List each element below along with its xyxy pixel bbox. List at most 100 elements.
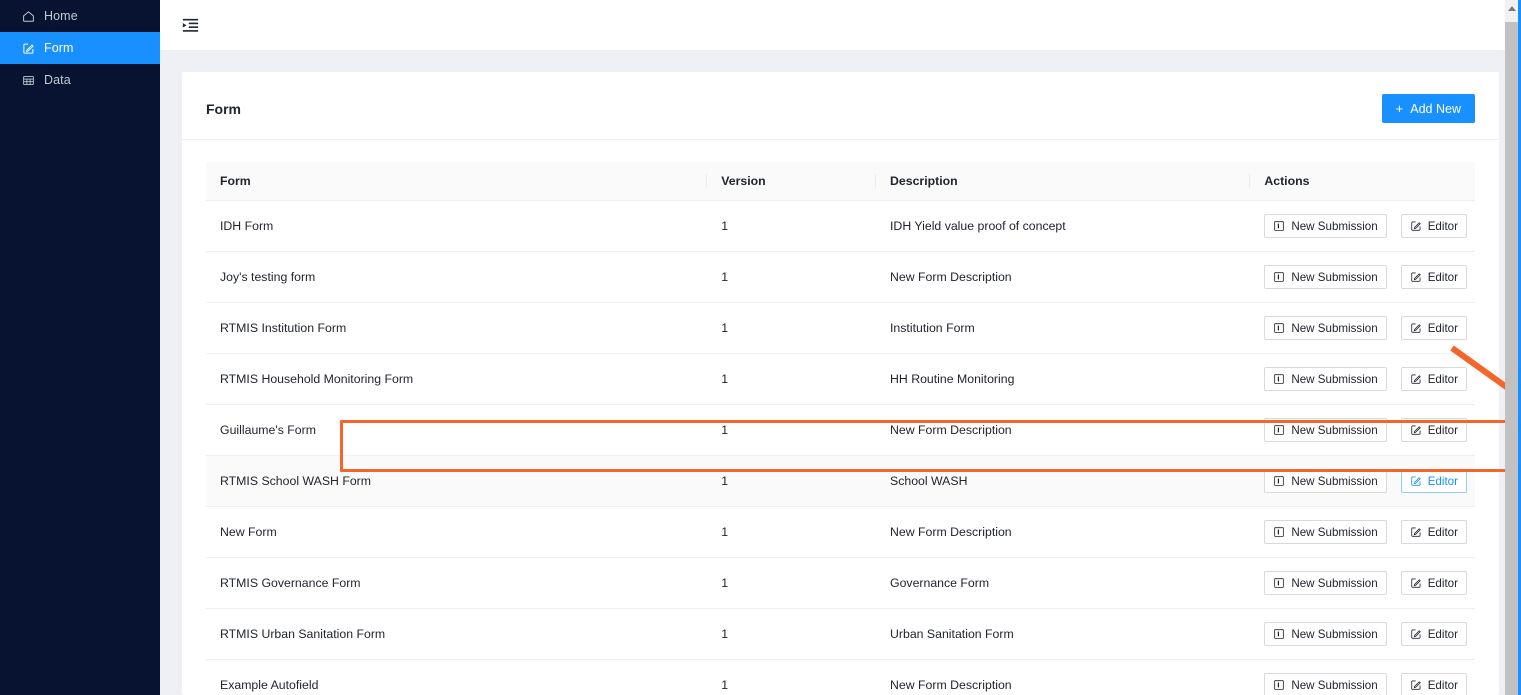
cell-version: 1 xyxy=(707,659,877,695)
new-submission-button[interactable]: New Submission xyxy=(1264,265,1387,289)
editor-button[interactable]: Editor xyxy=(1400,622,1467,646)
table-row: Example Autofield 1 New Form Description Ne… xyxy=(206,659,1475,695)
cell-actions: New Submission Editor xyxy=(1250,455,1475,507)
cell-form: Guillaume's Form xyxy=(206,404,708,456)
cell-form: RTMIS Household Monitoring Form xyxy=(206,353,708,405)
editor-button[interactable]: Editor xyxy=(1400,520,1467,544)
sidebar-item-home[interactable]: Home xyxy=(0,0,160,32)
table-row: RTMIS School WASH Form 1 School WASH New Su… xyxy=(206,455,1475,507)
column-header-version[interactable]: Version xyxy=(707,162,877,201)
cell-description: HH Routine Monitoring xyxy=(876,353,1251,405)
cell-form: RTMIS Urban Sanitation Form xyxy=(206,608,708,660)
home-icon xyxy=(22,10,35,23)
main-area: Form + Add New Form Version Description … xyxy=(160,0,1521,695)
cell-description: New Form Description xyxy=(876,506,1251,558)
cell-actions: New Submission Editor xyxy=(1250,404,1475,456)
table-row: RTMIS Household Monitoring Form 1 HH Routi… xyxy=(206,353,1475,405)
editor-label: Editor xyxy=(1427,576,1458,590)
form-icon xyxy=(1273,679,1285,691)
edit-square-icon xyxy=(1410,526,1422,538)
scrollbar-up-arrow[interactable] xyxy=(1505,0,1518,17)
edit-square-icon xyxy=(1410,679,1422,691)
form-icon xyxy=(1273,475,1285,487)
form-icon xyxy=(1273,322,1285,334)
edit-square-icon xyxy=(1410,577,1422,589)
edit-square-icon xyxy=(1410,475,1422,487)
form-icon xyxy=(1273,220,1285,232)
new-submission-button[interactable]: New Submission xyxy=(1264,673,1387,695)
page-title: Form xyxy=(206,100,241,117)
editor-button[interactable]: Editor xyxy=(1400,418,1467,442)
table-body: IDH Form 1 IDH Yield value proof of concep… xyxy=(206,200,1475,695)
table-row: IDH Form 1 IDH Yield value proof of concep… xyxy=(206,200,1475,252)
plus-icon: + xyxy=(1395,101,1404,116)
sidebar-item-form[interactable]: Form xyxy=(0,32,160,64)
new-submission-button[interactable]: New Submission xyxy=(1264,622,1387,646)
cell-description: Governance Form xyxy=(876,557,1251,609)
editor-button[interactable]: Editor xyxy=(1400,265,1467,289)
cell-description: School WASH xyxy=(876,455,1251,507)
edit-square-icon xyxy=(22,42,35,55)
sidebar-item-data[interactable]: Data xyxy=(0,64,160,96)
table-row: New Form 1 New Form Description New Submiss… xyxy=(206,506,1475,558)
new-submission-button[interactable]: New Submission xyxy=(1264,520,1387,544)
topbar xyxy=(160,0,1521,50)
app-root: Home Form Data Form + Add New Form Versi… xyxy=(0,0,1521,695)
column-header-form[interactable]: Form xyxy=(206,162,708,201)
editor-button[interactable]: Editor xyxy=(1400,214,1467,238)
cell-form: New Form xyxy=(206,506,708,558)
sidebar-item-label: Form xyxy=(44,41,74,55)
form-list-card: Form + Add New Form Version Description … xyxy=(182,72,1499,695)
cell-description: New Form Description xyxy=(876,659,1251,695)
edit-square-icon xyxy=(1410,424,1422,436)
form-icon xyxy=(1273,526,1285,538)
editor-label: Editor xyxy=(1427,219,1458,233)
editor-button[interactable]: Editor xyxy=(1400,673,1467,695)
editor-button[interactable]: Editor xyxy=(1400,571,1467,595)
form-icon xyxy=(1273,271,1285,283)
table-wrapper: Form Version Description Actions IDH For… xyxy=(182,140,1499,695)
sidebar: Home Form Data xyxy=(0,0,160,695)
new-submission-label: New Submission xyxy=(1291,576,1378,590)
cell-description: Urban Sanitation Form xyxy=(876,608,1251,660)
edit-square-icon xyxy=(1410,271,1422,283)
editor-label: Editor xyxy=(1427,678,1458,692)
new-submission-label: New Submission xyxy=(1291,423,1378,437)
table-row: RTMIS Urban Sanitation Form 1 Urban Sanita… xyxy=(206,608,1475,660)
cell-version: 1 xyxy=(707,608,877,660)
scrollbar-thumb[interactable] xyxy=(1505,22,1518,695)
add-new-button[interactable]: + Add New xyxy=(1381,94,1475,123)
new-submission-button[interactable]: New Submission xyxy=(1264,367,1387,391)
new-submission-button[interactable]: New Submission xyxy=(1264,214,1387,238)
content-area: Form + Add New Form Version Description … xyxy=(160,50,1521,695)
column-header-description[interactable]: Description xyxy=(876,162,1251,201)
table-row: RTMIS Governance Form 1 Governance Form New… xyxy=(206,557,1475,609)
editor-button[interactable]: Editor xyxy=(1400,469,1467,493)
cell-description: New Form Description xyxy=(876,251,1251,303)
edit-square-icon xyxy=(1410,628,1422,640)
editor-label: Editor xyxy=(1427,423,1458,437)
editor-button[interactable]: Editor xyxy=(1400,367,1467,391)
new-submission-button[interactable]: New Submission xyxy=(1264,469,1387,493)
menu-unfold-icon[interactable] xyxy=(178,13,202,37)
new-submission-button[interactable]: New Submission xyxy=(1264,418,1387,442)
cell-description: IDH Yield value proof of concept xyxy=(876,200,1251,252)
new-submission-label: New Submission xyxy=(1291,474,1378,488)
new-submission-label: New Submission xyxy=(1291,627,1378,641)
form-icon xyxy=(1273,628,1285,640)
table-row: Joy's testing form 1 New Form Description N… xyxy=(206,251,1475,303)
editor-button[interactable]: Editor xyxy=(1400,316,1467,340)
table-row: RTMIS Institution Form 1 Institution Form N… xyxy=(206,302,1475,354)
cell-actions: New Submission Editor xyxy=(1250,302,1475,354)
cell-description: Institution Form xyxy=(876,302,1251,354)
edit-square-icon xyxy=(1410,322,1422,334)
form-icon xyxy=(1273,577,1285,589)
editor-label: Editor xyxy=(1427,270,1458,284)
new-submission-button[interactable]: New Submission xyxy=(1264,571,1387,595)
cell-actions: New Submission Editor xyxy=(1250,557,1475,609)
cell-version: 1 xyxy=(707,200,877,252)
cell-version: 1 xyxy=(707,251,877,303)
new-submission-button[interactable]: New Submission xyxy=(1264,316,1387,340)
cell-form: RTMIS Institution Form xyxy=(206,302,708,354)
cell-description: New Form Description xyxy=(876,404,1251,456)
